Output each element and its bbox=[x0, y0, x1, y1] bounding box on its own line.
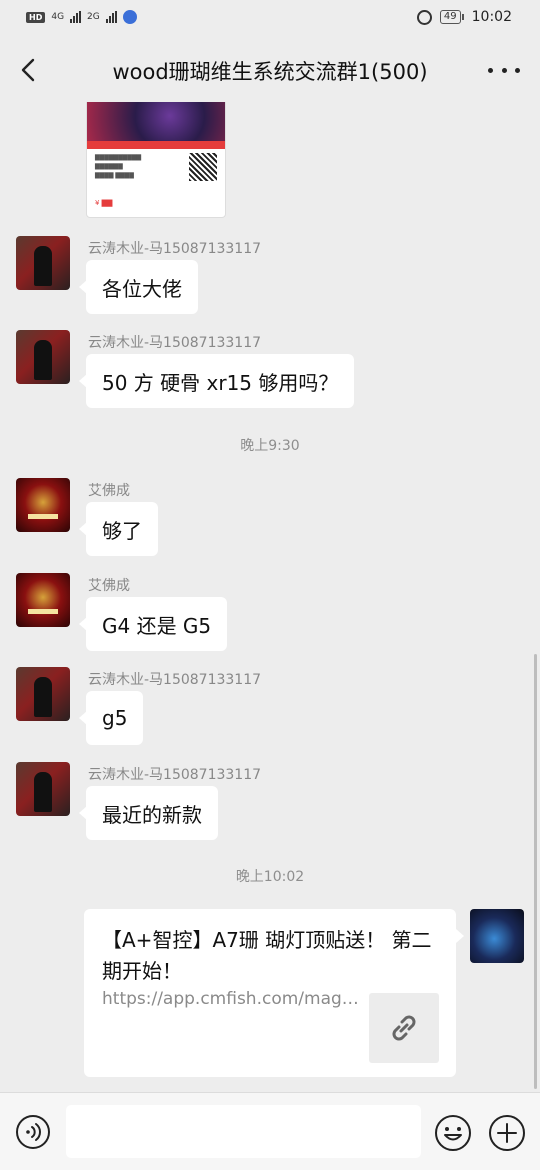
link-icon bbox=[392, 1015, 416, 1041]
shared-image-card[interactable]: ▇▇▇▇▇▇▇▇▇▇ ▇▇▇▇▇▇ ▇▇▇▇ ▇▇▇▇ ¥ ▇▇ bbox=[86, 102, 226, 218]
music-app-icon bbox=[122, 10, 137, 24]
avatar[interactable] bbox=[16, 667, 70, 721]
message-bubble[interactable]: g5 bbox=[78, 691, 144, 745]
battery-tip bbox=[461, 14, 464, 20]
timestamp: 晚上9:30 bbox=[240, 438, 300, 454]
alarm-icon bbox=[416, 9, 432, 25]
card-text-lines: ▇▇▇▇▇▇▇▇▇▇ ▇▇▇▇▇▇ ▇▇▇▇ ▇▇▇▇ bbox=[95, 154, 142, 179]
battery-icon: 49 bbox=[439, 10, 464, 24]
hd-badge: HD bbox=[26, 11, 46, 23]
qr-code-image bbox=[189, 153, 217, 181]
avatar[interactable] bbox=[16, 330, 70, 384]
sender-name: 云涛木业-马15087133117 bbox=[88, 767, 262, 783]
link-thumbnail bbox=[369, 993, 439, 1063]
scrollbar[interactable] bbox=[534, 654, 537, 1089]
more-dots-icon[interactable] bbox=[488, 60, 520, 80]
status-right: 49 10:02 bbox=[416, 9, 512, 25]
message-bubble[interactable]: 最近的新款 bbox=[79, 786, 218, 840]
message-bubble[interactable]: G4 还是 G5 bbox=[78, 597, 228, 651]
chevron-left-icon[interactable] bbox=[16, 56, 44, 84]
sender-name: 云涛木业-马15087133117 bbox=[88, 335, 262, 351]
avatar[interactable] bbox=[16, 573, 70, 627]
sender-name: 艾佛成 bbox=[88, 578, 130, 594]
my-avatar[interactable] bbox=[470, 909, 524, 963]
page-title: wood珊瑚维生系统交流群1(500) bbox=[112, 60, 428, 84]
card-banner bbox=[87, 141, 225, 149]
plus-icon[interactable] bbox=[488, 1114, 526, 1152]
card-price: ¥ ▇▇ bbox=[95, 199, 113, 207]
message-bubble[interactable]: 够了 bbox=[79, 502, 158, 556]
signal-icon bbox=[70, 11, 82, 23]
signal-icon-2 bbox=[105, 11, 117, 23]
message-bubble[interactable]: 各位大佬 bbox=[79, 260, 198, 314]
voice-icon[interactable] bbox=[15, 1114, 51, 1150]
avatar[interactable] bbox=[16, 762, 70, 816]
timestamp: 晚上10:02 bbox=[235, 869, 305, 885]
clock: 10:02 bbox=[471, 9, 512, 25]
network-type-1: 4G bbox=[51, 12, 65, 22]
chat-header: wood珊瑚维生系统交流群1(500) bbox=[0, 38, 540, 102]
link-message-card[interactable]: 【A+智控】A7珊 瑚灯顶贴送！ 第二期开始！ https://app.cmfi… bbox=[84, 909, 464, 1077]
battery-level: 49 bbox=[439, 10, 461, 24]
message-bubble[interactable]: 50 方 硬骨 xr15 够用吗？ bbox=[78, 354, 355, 408]
link-title: 【A+智控】A7珊 瑚灯顶贴送！ 第二期开始！ bbox=[102, 928, 432, 983]
link-url: https://app.cmfish.com/mag/circle/v1/for… bbox=[102, 989, 362, 1009]
message-input[interactable] bbox=[66, 1105, 421, 1158]
avatar[interactable] bbox=[16, 236, 70, 290]
status-bar: HD 4G 2G 49 10:02 bbox=[0, 0, 540, 38]
card-image bbox=[87, 102, 225, 141]
chat-area[interactable]: ▇▇▇▇▇▇▇▇▇▇ ▇▇▇▇▇▇ ▇▇▇▇ ▇▇▇▇ ¥ ▇▇ 云涛木业-马150… bbox=[0, 102, 540, 1092]
avatar[interactable] bbox=[16, 478, 70, 532]
status-left: HD 4G 2G bbox=[26, 10, 137, 24]
input-bar bbox=[0, 1092, 540, 1170]
sender-name: 云涛木业-马15087133117 bbox=[88, 241, 262, 257]
sender-name: 云涛木业-马15087133117 bbox=[88, 672, 262, 688]
network-type-2: 2G bbox=[87, 12, 100, 22]
emoji-icon[interactable] bbox=[434, 1114, 472, 1152]
sender-name: 艾佛成 bbox=[88, 483, 130, 499]
